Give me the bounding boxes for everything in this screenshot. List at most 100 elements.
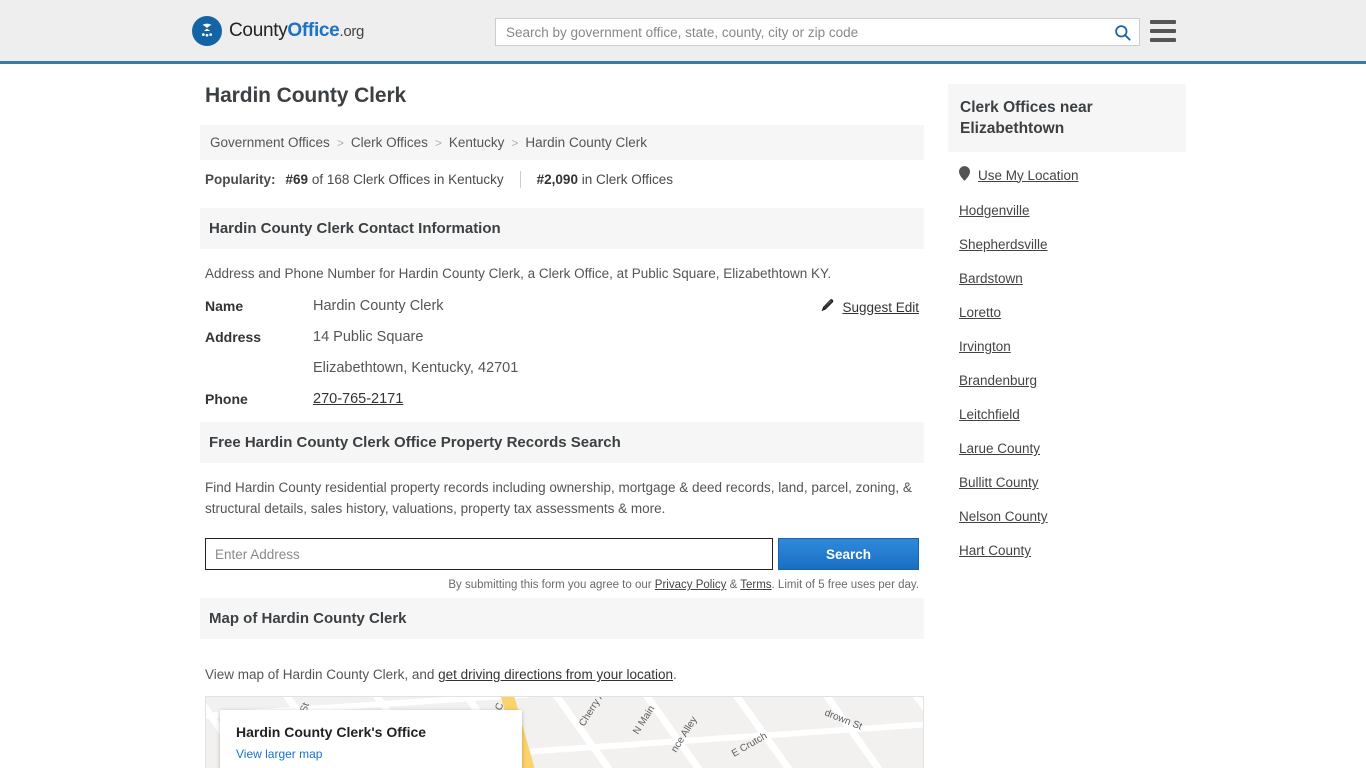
popularity-divider	[519, 171, 521, 188]
sidebar-item-brandenburg[interactable]: Brandenburg	[959, 373, 1186, 388]
privacy-policy-link[interactable]: Privacy Policy	[655, 579, 727, 591]
sidebar-list: Use My Location Hodgenville Shepherdsvil…	[948, 152, 1186, 558]
popularity-global: #2,090 in Clerk Offices	[537, 172, 673, 187]
sidebar-link[interactable]: Hart County	[959, 543, 1031, 558]
map-section-body: View map of Hardin County Clerk, and get…	[200, 639, 924, 768]
map-intro-prefix: View map of Hardin County Clerk, and	[205, 667, 439, 682]
contact-row-address-city: Elizabethtown, Kentucky, 42701	[205, 360, 919, 376]
main-column: Hardin County Clerk Government Offices >…	[200, 84, 924, 768]
sidebar-link[interactable]: Hodgenville	[959, 203, 1030, 218]
breadcrumb-item-government-offices[interactable]: Government Offices	[208, 135, 332, 150]
map-card-title: Hardin County Clerk's Office	[236, 724, 427, 740]
driving-directions-link[interactable]: get driving directions from your locatio…	[438, 667, 673, 682]
property-search-form: Search	[205, 538, 919, 570]
sidebar-link[interactable]: Bardstown	[959, 271, 1023, 286]
property-section-description: Find Hardin County residential property …	[205, 480, 912, 516]
property-section-header: Free Hardin County Clerk Office Property…	[200, 422, 924, 463]
contact-row-address: Address 14 Public Square	[205, 329, 919, 345]
breadcrumb-item-kentucky[interactable]: Kentucky	[447, 135, 507, 150]
contact-key: Name	[205, 298, 244, 314]
contact-key: Phone	[205, 391, 248, 407]
sidebar-link[interactable]: Nelson County	[959, 509, 1048, 524]
popularity-global-text: in Clerk Offices	[581, 172, 673, 187]
property-search-button[interactable]: Search	[777, 538, 919, 570]
sidebar-item-nelson-county[interactable]: Nelson County	[959, 509, 1186, 524]
logo-text-office: Office	[287, 19, 340, 41]
search-input[interactable]	[496, 19, 1105, 45]
hamburger-menu-icon[interactable]	[1150, 20, 1176, 42]
breadcrumb-separator: >	[511, 135, 519, 150]
legal-amp: &	[726, 579, 741, 591]
sidebar-item-hart-county[interactable]: Hart County	[959, 543, 1186, 558]
use-my-location-link[interactable]: Use My Location	[978, 168, 1079, 183]
contact-value: Elizabethtown, Kentucky, 42701	[313, 360, 519, 376]
sidebar-link[interactable]: Leitchfield	[959, 407, 1020, 422]
sidebar-link[interactable]: Larue County	[959, 441, 1040, 456]
sidebar-item-leitchfield[interactable]: Leitchfield	[959, 407, 1186, 422]
contact-key: Address	[205, 329, 262, 345]
contact-section-body: Address and Phone Number for Hardin Coun…	[200, 249, 924, 407]
map-info-card: Hardin County Clerk's Office View larger…	[220, 710, 522, 768]
hamburger-bar	[1150, 20, 1176, 24]
global-search-bar[interactable]	[495, 18, 1140, 46]
view-larger-map-link[interactable]: View larger map	[236, 747, 322, 761]
sidebar-item-use-my-location[interactable]: Use My Location	[959, 166, 1186, 184]
contact-value: Hardin County Clerk	[313, 298, 444, 314]
property-search-legal: By submitting this form you agree to our…	[205, 570, 919, 591]
legal-prefix: By submitting this form you agree to our	[448, 579, 655, 591]
sidebar-item-larue-county[interactable]: Larue County	[959, 441, 1186, 456]
address-input[interactable]	[205, 538, 773, 570]
contact-section-header: Hardin County Clerk Contact Information	[200, 208, 924, 249]
map-section-intro: View map of Hardin County Clerk, and get…	[205, 667, 919, 682]
logo-wordmark: CountyOffice.org	[229, 20, 364, 42]
map-intro-suffix: .	[672, 667, 677, 682]
suggest-edit[interactable]: Suggest Edit	[820, 298, 919, 316]
pencil-edit-icon	[820, 298, 835, 316]
sidebar-link[interactable]: Brandenburg	[959, 373, 1037, 388]
sidebar: Clerk Offices near Elizabethtown Use My …	[948, 84, 1186, 768]
logo-text-org: .org	[339, 22, 365, 40]
contact-value: 270-765-2171	[313, 391, 403, 407]
map-embed[interactable]: Cherry Alley N Main nce Alley E Crutch d…	[205, 696, 924, 768]
map-section-header: Map of Hardin County Clerk	[200, 598, 924, 639]
sidebar-link[interactable]: Irvington	[959, 339, 1011, 354]
logo-text-county: County	[229, 19, 288, 41]
sidebar-item-shepherdsville[interactable]: Shepherdsville	[959, 237, 1186, 252]
terms-link[interactable]: Terms	[740, 579, 771, 591]
page-container: Hardin County Clerk Government Offices >…	[0, 64, 1366, 768]
hamburger-bar	[1150, 38, 1176, 42]
popularity-row: Popularity: #69 of 168 Clerk Offices in …	[200, 160, 924, 201]
site-header: CountyOffice.org	[0, 0, 1366, 64]
breadcrumb: Government Offices > Clerk Offices > Ken…	[200, 125, 924, 160]
site-logo[interactable]: CountyOffice.org	[192, 15, 364, 46]
sidebar-link[interactable]: Loretto	[959, 305, 1001, 320]
breadcrumb-item-current: Hardin County Clerk	[525, 135, 647, 150]
popularity-state: #69 of 168 Clerk Offices in Kentucky	[286, 172, 504, 187]
popularity-global-rank: #2,090	[536, 172, 578, 187]
suggest-edit-link[interactable]: Suggest Edit	[842, 300, 919, 315]
sidebar-link[interactable]: Shepherdsville	[959, 237, 1048, 252]
sidebar-header: Clerk Offices near Elizabethtown	[948, 84, 1186, 152]
contact-row-phone: Phone 270-765-2171	[205, 391, 919, 407]
breadcrumb-item-clerk-offices[interactable]: Clerk Offices	[349, 135, 430, 150]
popularity-state-rank: #69	[285, 172, 309, 187]
sidebar-item-hodgenville[interactable]: Hodgenville	[959, 203, 1186, 218]
map-pin-icon	[959, 166, 970, 184]
legal-suffix: . Limit of 5 free uses per day.	[771, 579, 919, 591]
eagle-shield-logo-icon	[192, 15, 222, 46]
contact-section-description: Address and Phone Number for Hardin Coun…	[205, 266, 832, 281]
sidebar-item-irvington[interactable]: Irvington	[959, 339, 1186, 354]
property-section-body: Find Hardin County residential property …	[200, 463, 924, 591]
popularity-label: Popularity:	[205, 172, 276, 187]
page-title: Hardin County Clerk	[205, 84, 407, 107]
sidebar-item-loretto[interactable]: Loretto	[959, 305, 1186, 320]
contact-value: 14 Public Square	[313, 329, 424, 345]
sidebar-link[interactable]: Bullitt County	[959, 475, 1039, 490]
content-row: Hardin County Clerk Government Offices >…	[200, 64, 1186, 768]
sidebar-item-bardstown[interactable]: Bardstown	[959, 271, 1186, 286]
sidebar-item-bullitt-county[interactable]: Bullitt County	[959, 475, 1186, 490]
search-icon[interactable]	[1105, 19, 1139, 45]
breadcrumb-separator: >	[434, 135, 442, 150]
phone-link[interactable]: 270-765-2171	[313, 391, 403, 407]
breadcrumb-separator: >	[336, 135, 344, 150]
